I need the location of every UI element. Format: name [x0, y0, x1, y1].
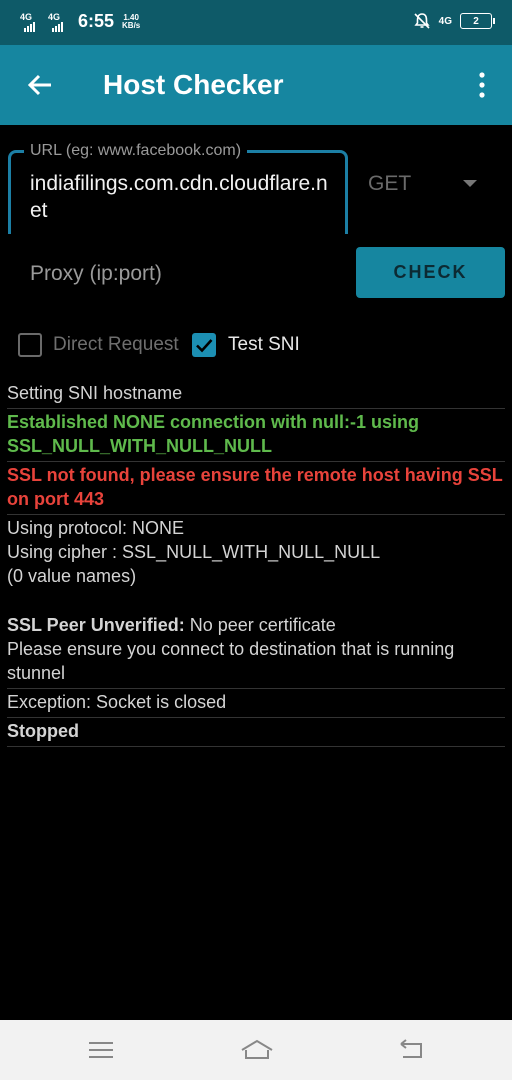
dropdown-arrow-icon[interactable] — [463, 180, 477, 187]
network-speed-unit: KB/s — [122, 21, 141, 30]
check-button[interactable]: CHECK — [356, 247, 505, 298]
proxy-input[interactable] — [30, 262, 330, 286]
log-entry: Using protocol: NONE Using cipher : SSL_… — [7, 515, 505, 612]
direct-request-checkbox[interactable] — [18, 333, 42, 357]
sim2-network-label: 4G — [48, 12, 61, 22]
signal-icon-sim2: 4G — [48, 12, 70, 32]
network-type-label: 4G — [438, 15, 452, 27]
url-input-label: URL (eg: www.facebook.com) — [24, 142, 248, 160]
log-line: SSL not found, please ensure the remote … — [7, 465, 503, 509]
menu-icon[interactable] — [86, 1038, 116, 1062]
checkmark-icon — [196, 339, 213, 353]
system-nav-bar — [0, 1020, 512, 1080]
log-line: Exception: Socket is closed — [7, 692, 227, 712]
log-line: Stopped — [7, 721, 79, 741]
log-line-bold: SSL Peer Unverified: — [7, 615, 185, 635]
more-vert-icon[interactable] — [476, 71, 488, 99]
battery-level: 2 — [473, 15, 479, 27]
sim1-network-label: 4G — [20, 12, 33, 22]
log-line: Using protocol: NONE — [7, 518, 185, 538]
log-line: (0 value names) — [7, 566, 137, 586]
log-entry-success: Established NONE connection with null:-1… — [7, 409, 505, 462]
log-line: Please ensure you connect to destination… — [7, 639, 455, 683]
app-toolbar: Host Checker — [0, 45, 512, 125]
page-title: Host Checker — [103, 69, 284, 100]
direct-request-label[interactable]: Direct Request — [53, 334, 179, 356]
log-entry: Exception: Socket is closed — [7, 689, 505, 718]
log-entry-status: Stopped — [7, 718, 505, 747]
method-select[interactable]: GET — [368, 172, 411, 196]
log-entry: SSL Peer Unverified: No peer certificate… — [7, 612, 505, 689]
alarm-off-icon — [414, 13, 430, 29]
network-speed: 1.40 KB/s — [122, 14, 140, 30]
log-line: Using cipher : SSL_NULL_WITH_NULL_NULL — [7, 542, 381, 562]
arrow-left-icon[interactable] — [26, 71, 54, 99]
home-icon[interactable] — [240, 1038, 274, 1062]
test-sni-label[interactable]: Test SNI — [228, 334, 300, 356]
url-input[interactable]: indiafilings.com.cdn.cloudflare.net — [30, 170, 330, 224]
log-entry-error: SSL not found, please ensure the remote … — [7, 462, 505, 515]
battery-icon: 2 — [460, 13, 495, 29]
status-bar: 4G 4G 6:55 1.40 KB/s 4G 2 — [0, 0, 512, 45]
log-output: Setting SNI hostname Established NONE co… — [7, 380, 505, 747]
log-line: Setting SNI hostname — [7, 383, 183, 403]
test-sni-checkbox[interactable] — [192, 333, 216, 357]
log-entry: Setting SNI hostname — [7, 380, 505, 409]
signal-icon-sim1: 4G — [20, 12, 42, 32]
clock: 6:55 — [78, 11, 115, 31]
log-line: Established NONE connection with null:-1… — [7, 412, 420, 456]
log-line: No peer certificate — [184, 615, 336, 635]
back-icon[interactable] — [397, 1038, 427, 1062]
